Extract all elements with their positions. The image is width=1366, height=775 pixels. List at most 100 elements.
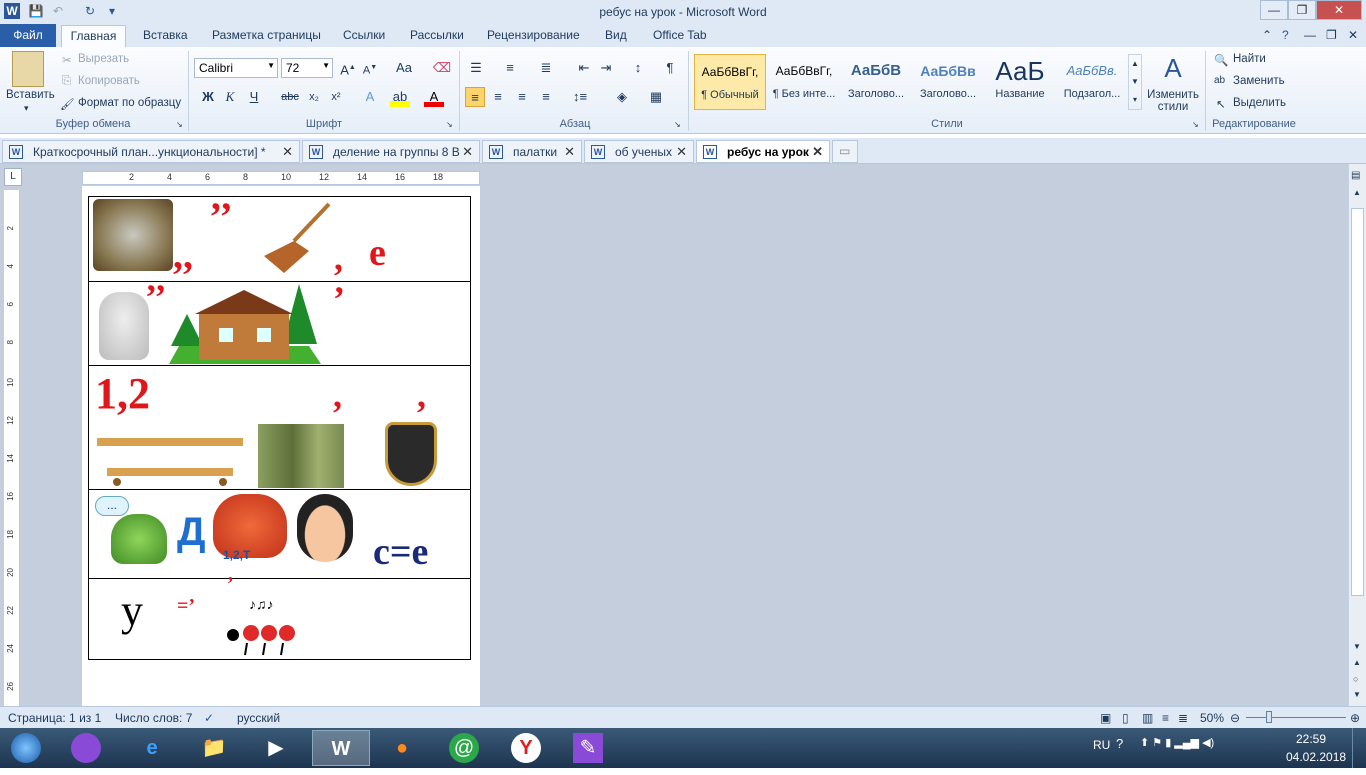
align-left-icon[interactable]: ≡: [465, 87, 485, 107]
zoom-slider-thumb[interactable]: [1266, 711, 1272, 723]
shrink-font-icon[interactable]: A▼: [360, 58, 380, 78]
bullets-icon[interactable]: ☰: [466, 58, 486, 78]
align-center-icon[interactable]: ≡: [488, 87, 508, 107]
word-count[interactable]: Число слов: 7: [115, 711, 192, 725]
italic-icon[interactable]: К: [220, 87, 240, 107]
tab-insert[interactable]: Вставка: [143, 28, 188, 42]
media-icon[interactable]: ▶: [248, 730, 304, 766]
cortana-mic-icon[interactable]: [58, 730, 114, 766]
scroll-thumb[interactable]: [1351, 208, 1364, 596]
ribbon-minimize-icon[interactable]: ⌃: [1262, 28, 1272, 42]
zoom-in-icon[interactable]: ⊕: [1350, 711, 1360, 725]
text-effects-icon[interactable]: A: [360, 87, 380, 107]
tab-view[interactable]: Вид: [605, 28, 627, 42]
bold-icon[interactable]: Ж: [198, 87, 218, 107]
style-normal[interactable]: АаБбВвГг, ¶ Обычный: [694, 54, 766, 110]
rebus-row-1[interactable]: ’’ ,, , е: [88, 194, 471, 282]
zoom-level[interactable]: 50%: [1200, 711, 1224, 725]
next-page-icon[interactable]: ▼: [1353, 690, 1361, 699]
justify-icon[interactable]: ≡: [536, 87, 556, 107]
help-icon[interactable]: ?: [1282, 28, 1289, 42]
show-desktop-button[interactable]: [1352, 728, 1366, 768]
align-right-icon[interactable]: ≡: [512, 87, 532, 107]
ruler-toggle-icon[interactable]: ▤: [1351, 170, 1360, 181]
close-icon[interactable]: ✕: [812, 144, 823, 160]
font-launcher-icon[interactable]: ↘: [446, 120, 453, 129]
copy-button[interactable]: Копировать: [78, 75, 140, 87]
clear-format-icon[interactable]: ⌫: [432, 58, 452, 78]
tab-mailings[interactable]: Рассылки: [410, 28, 464, 42]
browse-object-icon[interactable]: ○: [1353, 674, 1358, 684]
vertical-ruler[interactable]: 2 4 6 8 10 12 14 16 18 20 22 24 26: [4, 190, 20, 706]
tab-file[interactable]: Файл: [0, 24, 56, 47]
horizontal-ruler[interactable]: 2 4 6 8 10 12 14 16 18: [82, 171, 480, 185]
tray-icons[interactable]: ⬆ ⚑ ▮ ▂▄▆ ◀): [1140, 736, 1214, 749]
web-layout-icon[interactable]: ▥: [1142, 711, 1153, 725]
firefox-icon[interactable]: ●: [374, 730, 430, 766]
doc-restore-icon[interactable]: ❐: [1326, 28, 1337, 42]
print-layout-icon[interactable]: ▣: [1100, 711, 1111, 725]
style-no-spacing[interactable]: АаБбВвГг, ¶ Без инте...: [768, 54, 840, 110]
style-heading1[interactable]: АаБбВ Заголово...: [840, 54, 912, 110]
find-button[interactable]: Найти: [1233, 53, 1266, 65]
yandex-browser-icon[interactable]: Y: [498, 730, 554, 766]
rebus-row-5[interactable]: у =’ ’ ♪♫♪: [88, 573, 471, 660]
sort-icon[interactable]: ↕: [628, 58, 648, 78]
pilcrow-icon[interactable]: ¶: [660, 58, 680, 78]
language-label[interactable]: русский: [237, 711, 280, 725]
font-size-combo[interactable]: 72 ▼: [281, 58, 333, 78]
highlight-icon[interactable]: ab: [390, 87, 410, 107]
strikethrough-icon[interactable]: abc: [280, 87, 300, 107]
styles-gallery-scroll[interactable]: ▲ ▼ ▾: [1128, 54, 1142, 110]
paste-icon[interactable]: [12, 51, 44, 87]
explorer-icon[interactable]: 📁: [186, 730, 242, 766]
full-screen-reading-icon[interactable]: ▯: [1122, 711, 1129, 725]
doc-minimize-icon[interactable]: —: [1304, 28, 1316, 42]
word-taskbar-icon[interactable]: W: [312, 730, 370, 766]
tab-home[interactable]: Главная: [61, 25, 126, 48]
doc-tab[interactable]: Wпалатки ✕: [482, 140, 582, 163]
paste-button[interactable]: Вставить: [6, 89, 55, 101]
start-button[interactable]: [0, 730, 52, 766]
select-button[interactable]: Выделить: [1233, 97, 1286, 109]
change-styles-button[interactable]: Изменить стили: [1146, 89, 1200, 113]
subscript-icon[interactable]: x₂: [304, 87, 324, 107]
doc-tab-active[interactable]: Wребус на урок ✕: [696, 140, 830, 163]
page-count[interactable]: Страница: 1 из 1: [8, 711, 101, 725]
language-help-icon[interactable]: ?: [1116, 736, 1123, 751]
maximize-button[interactable]: ❐: [1288, 0, 1316, 20]
doc-tab[interactable]: W Краткосрочный план...ункциональности] *…: [2, 140, 300, 163]
style-heading2[interactable]: АаБбВв Заголово...: [912, 54, 984, 110]
borders-icon[interactable]: ▦: [646, 87, 666, 107]
grow-font-icon[interactable]: A▲: [338, 58, 358, 78]
shading-icon[interactable]: ◈: [612, 87, 632, 107]
tab-review[interactable]: Рецензирование: [487, 28, 580, 42]
tab-references[interactable]: Ссылки: [343, 28, 385, 42]
numbering-icon[interactable]: ≡: [500, 58, 520, 78]
ie-icon[interactable]: e: [124, 730, 180, 766]
doc-tab[interactable]: Wделение на группы 8 В ✕: [302, 140, 480, 163]
close-button[interactable]: ✕: [1316, 0, 1362, 20]
paragraph-launcher-icon[interactable]: ↘: [674, 120, 681, 129]
onenote-icon[interactable]: ✎: [560, 730, 616, 766]
zoom-slider[interactable]: [1246, 717, 1346, 718]
cut-button[interactable]: Вырезать: [78, 53, 129, 65]
rebus-table[interactable]: ’’ ,, , е ’’ ’ 1,2 , , ... Д 1,2,Т с=е у…: [88, 194, 471, 660]
styles-launcher-icon[interactable]: ↘: [1192, 120, 1199, 129]
increase-indent-icon[interactable]: ⇥: [596, 58, 616, 78]
style-subtitle[interactable]: АаБбВв. Подзагол...: [1056, 54, 1128, 110]
tab-selector-icon[interactable]: L: [4, 168, 22, 186]
underline-icon[interactable]: Ч: [244, 87, 264, 107]
clock-date[interactable]: 04.02.2018: [1286, 750, 1346, 764]
font-name-combo[interactable]: Calibri ▼: [194, 58, 278, 78]
close-icon[interactable]: ✕: [462, 144, 473, 160]
format-painter-button[interactable]: Формат по образцу: [78, 97, 181, 109]
spelling-check-icon[interactable]: ✓: [204, 711, 214, 725]
tab-page-layout[interactable]: Разметка страницы: [212, 28, 321, 42]
scroll-down-icon[interactable]: ▼: [1353, 642, 1361, 651]
close-icon[interactable]: ✕: [676, 144, 687, 160]
superscript-icon[interactable]: x²: [326, 87, 346, 107]
mail-agent-icon[interactable]: @: [436, 730, 492, 766]
vertical-scrollbar[interactable]: ▤ ▲ ▼ ▲ ○ ▼: [1348, 164, 1366, 706]
tab-office-tab[interactable]: Office Tab: [653, 28, 707, 42]
